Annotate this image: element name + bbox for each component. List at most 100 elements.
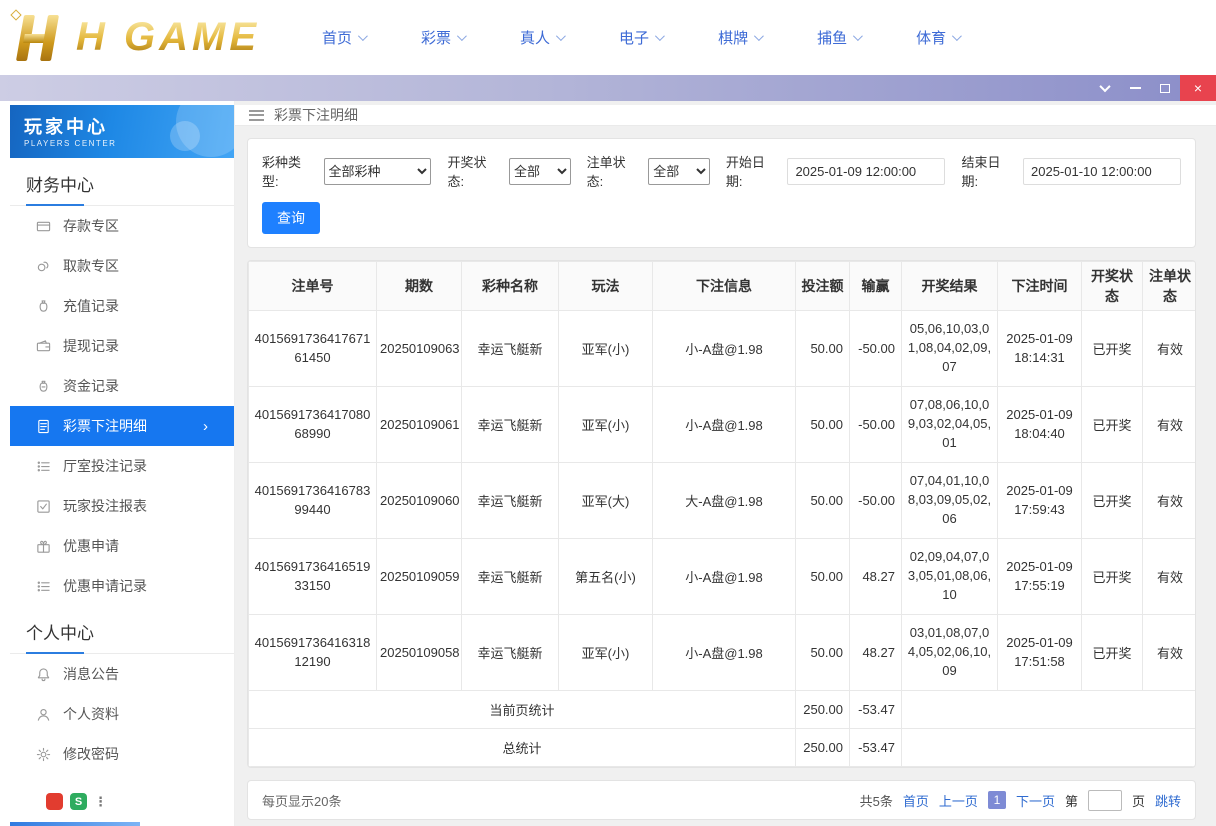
cell-status: 有效 bbox=[1142, 462, 1195, 539]
cell-status: 有效 bbox=[1142, 614, 1195, 691]
sidebar-item-change-password[interactable]: 修改密码 bbox=[10, 734, 234, 774]
cell-bet-info: 小-A盘@1.98 bbox=[652, 538, 796, 615]
nav-label: 电子 bbox=[619, 30, 650, 47]
col-draw-status: 开奖状态 bbox=[1081, 261, 1143, 311]
cell-amount: 50.00 bbox=[795, 310, 850, 387]
sidebar-item-label: 优惠申请记录 bbox=[63, 578, 147, 594]
bet-detail-table-card: 注单号 期数 彩种名称 玩法 下注信息 投注额 输赢 开奖结果 下注时间 开奖状… bbox=[247, 260, 1196, 768]
col-lottery: 彩种名称 bbox=[461, 261, 559, 311]
table-header-row: 注单号 期数 彩种名称 玩法 下注信息 投注额 输赢 开奖结果 下注时间 开奖状… bbox=[248, 261, 1195, 311]
sidebar-item-funds-record[interactable]: 资金记录 bbox=[10, 366, 234, 406]
nav-item-home[interactable]: 首页 bbox=[322, 27, 368, 48]
bet-status-label: 注单状态: bbox=[586, 155, 626, 189]
draw-status-select[interactable]: 全部 bbox=[508, 157, 571, 185]
sidebar: 玩家中心 PLAYERS CENTER 财务中心 存款专区 取款专区 充值记录 … bbox=[10, 101, 235, 826]
col-status: 注单状态 bbox=[1142, 261, 1195, 311]
nav-item-sports[interactable]: 体育 bbox=[916, 27, 962, 48]
close-icon[interactable]: × bbox=[1180, 75, 1216, 101]
cell-amount: 50.00 bbox=[795, 462, 850, 539]
sidebar-item-label: 充值记录 bbox=[63, 298, 119, 314]
cell-result: 02,09,04,07,03,05,01,08,06,10 bbox=[901, 538, 998, 615]
cell-play: 亚军(小) bbox=[558, 614, 653, 691]
cell-bet-no: 401569173641767161450 bbox=[248, 310, 377, 387]
cell-draw-status: 已开奖 bbox=[1081, 386, 1143, 463]
page-title: 彩票下注明细 bbox=[274, 107, 358, 123]
summary-row-current-page: 当前页统计 250.00 -53.47 bbox=[248, 690, 1195, 729]
first-page-link[interactable]: 首页 bbox=[903, 791, 929, 810]
cell-status: 有效 bbox=[1142, 386, 1195, 463]
bet-status-select[interactable]: 全部 bbox=[648, 157, 710, 185]
start-date-input[interactable] bbox=[787, 157, 946, 185]
nav-item-slots[interactable]: 电子 bbox=[619, 27, 665, 48]
cell-amount: 50.00 bbox=[795, 614, 850, 691]
sidebar-item-lottery-bet-detail[interactable]: 彩票下注明细 › bbox=[10, 406, 234, 446]
sidebar-item-hall-bet-record[interactable]: 厅室投注记录 bbox=[10, 446, 234, 486]
search-button[interactable]: 查询 bbox=[262, 202, 320, 234]
col-amount: 投注额 bbox=[795, 261, 850, 311]
chevron-right-icon: › bbox=[203, 417, 208, 435]
sidebar-title: 玩家中心 bbox=[24, 117, 108, 137]
nav-item-live[interactable]: 真人 bbox=[520, 27, 566, 48]
nav-label: 棋牌 bbox=[718, 30, 749, 47]
cell-bet-info: 大-A盘@1.98 bbox=[652, 462, 796, 539]
recharge-record-icon bbox=[39, 299, 48, 312]
collapse-icon[interactable] bbox=[1090, 75, 1120, 101]
summary-row-total: 总统计 250.00 -53.47 bbox=[248, 728, 1195, 767]
cell-bet-time: 2025-01-09 17:55:19 bbox=[997, 538, 1082, 615]
nav-item-chess[interactable]: 棋牌 bbox=[718, 27, 764, 48]
cell-play: 亚军(小) bbox=[558, 310, 653, 387]
nav-item-fishing[interactable]: 捕鱼 bbox=[817, 27, 863, 48]
sidebar-item-player-bet-report[interactable]: 玩家投注报表 bbox=[10, 486, 234, 526]
sidebar-item-label: 个人资料 bbox=[63, 706, 119, 722]
sidebar-item-promo-apply[interactable]: 优惠申请 bbox=[10, 526, 234, 566]
sidebar-item-deposit[interactable]: 存款专区 bbox=[10, 206, 234, 246]
sidebar-item-withdrawal-record[interactable]: 提现记录 bbox=[10, 326, 234, 366]
end-date-input[interactable] bbox=[1023, 157, 1181, 185]
prev-page-link[interactable]: 上一页 bbox=[939, 791, 978, 810]
pagination-bar: 每页显示20条 共5条 首页 上一页 1 下一页 第 页 跳转 bbox=[247, 780, 1196, 820]
cell-play: 亚军(大) bbox=[558, 462, 653, 539]
cell-winloss: -50.00 bbox=[849, 310, 902, 387]
jump-suffix-label: 页 bbox=[1131, 793, 1145, 809]
cell-bet-info: 小-A盘@1.98 bbox=[652, 614, 796, 691]
sidebar-item-promo-apply-record[interactable]: 优惠申请记录 bbox=[10, 566, 234, 606]
menu-toggle-icon[interactable] bbox=[249, 109, 264, 121]
nav-item-lottery[interactable]: 彩票 bbox=[421, 27, 467, 48]
taskbar-red-app-icon[interactable] bbox=[46, 793, 63, 810]
minimize-icon[interactable] bbox=[1120, 75, 1150, 101]
cell-bet-info: 小-A盘@1.98 bbox=[652, 386, 796, 463]
sidebar-item-recharge-record[interactable]: 充值记录 bbox=[10, 286, 234, 326]
window-body: 玩家中心 PLAYERS CENTER 财务中心 存款专区 取款专区 充值记录 … bbox=[0, 101, 1216, 826]
col-winloss: 输赢 bbox=[849, 261, 902, 311]
cell-bet-time: 2025-01-09 18:14:31 bbox=[997, 310, 1082, 387]
cell-play: 亚军(小) bbox=[558, 386, 653, 463]
filter-row: 彩种类型: 全部彩种 开奖状态: 全部 注单状态: 全部 开始日期: 结束日期: bbox=[262, 152, 1181, 190]
table-row: 401569173641708068990 20250109061 幸运飞艇新 … bbox=[248, 386, 1195, 463]
maximize-icon[interactable] bbox=[1150, 75, 1180, 101]
current-page-badge[interactable]: 1 bbox=[987, 791, 1006, 809]
table-row: 401569173641651933150 20250109059 幸运飞艇新 … bbox=[248, 538, 1195, 615]
sidebar-item-label: 资金记录 bbox=[63, 378, 119, 394]
cell-bet-no: 401569173641708068990 bbox=[248, 386, 377, 463]
cell-bet-no: 401569173641678399440 bbox=[248, 462, 377, 539]
page-size-text: 每页显示20条 bbox=[262, 793, 342, 809]
profile-icon bbox=[37, 708, 50, 721]
overflow-dots-icon[interactable]: ⋮ bbox=[94, 793, 107, 810]
sidebar-header: 玩家中心 PLAYERS CENTER bbox=[10, 105, 234, 158]
sidebar-item-message-announce[interactable]: 消息公告 bbox=[10, 654, 234, 694]
cell-result: 07,04,01,10,08,03,09,05,02,06 bbox=[901, 462, 998, 539]
sidebar-item-profile[interactable]: 个人资料 bbox=[10, 694, 234, 734]
site-header: H GAME 首页 彩票 真人 电子 棋牌 捕鱼 体育 bbox=[0, 0, 1216, 75]
sidebar-item-withdraw[interactable]: 取款专区 bbox=[10, 246, 234, 286]
next-page-link[interactable]: 下一页 bbox=[1016, 791, 1055, 810]
lottery-type-select[interactable]: 全部彩种 bbox=[323, 157, 432, 185]
taskbar-green-app-icon[interactable]: S bbox=[70, 793, 87, 810]
cell-period: 20250109059 bbox=[376, 538, 462, 615]
jump-action-link[interactable]: 跳转 bbox=[1155, 791, 1181, 810]
sidebar-item-label: 厅室投注记录 bbox=[63, 458, 147, 474]
cell-draw-status: 已开奖 bbox=[1081, 462, 1143, 539]
cell-bet-no: 401569173641651933150 bbox=[248, 538, 377, 615]
page-jump-input[interactable] bbox=[1087, 789, 1122, 811]
cell-period: 20250109058 bbox=[376, 614, 462, 691]
cell-result: 05,06,10,03,01,08,04,02,09,07 bbox=[901, 310, 998, 387]
